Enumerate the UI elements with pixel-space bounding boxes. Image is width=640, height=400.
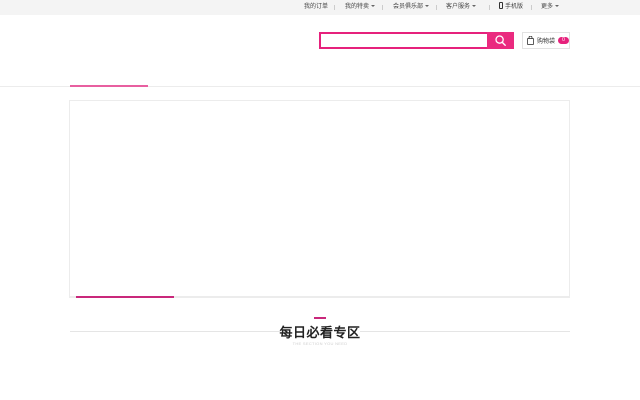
shopping-bag-icon (527, 36, 534, 45)
shopping-bag-button[interactable]: 购物袋 0 (522, 32, 570, 49)
cart-count-badge: 0 (558, 37, 569, 44)
my-orders-label: 我的订单 (304, 4, 329, 10)
chevron-down-icon (425, 5, 430, 8)
my-sale-label: 我的特卖 (345, 4, 370, 10)
separator (382, 5, 383, 10)
chevron-down-icon (472, 5, 477, 8)
customer-service-label: 客户服务 (446, 4, 471, 10)
more-label: 更多 (541, 4, 554, 10)
search-box (319, 32, 487, 52)
chevron-down-icon (371, 5, 376, 8)
chevron-down-icon (555, 5, 560, 8)
section-subtitle: THE SECTION YOU NEED (292, 341, 348, 346)
my-orders-link[interactable]: 我的订单 (304, 0, 328, 15)
mobile-version-link[interactable]: 手机版 (499, 0, 523, 15)
banner-progress-indicator (76, 296, 174, 298)
more-menu[interactable]: 更多 (541, 0, 560, 15)
section-accent-bar (314, 317, 326, 319)
member-club-menu[interactable]: 会员俱乐部 (393, 0, 430, 15)
search-input[interactable] (321, 39, 487, 52)
nav-active-indicator (70, 85, 148, 87)
shopping-bag-label: 购物袋 (537, 39, 556, 45)
member-club-label: 会员俱乐部 (393, 4, 424, 10)
my-sale-menu[interactable]: 我的特卖 (345, 0, 376, 15)
section-divider-left (70, 331, 280, 332)
search-button[interactable] (487, 32, 514, 49)
banner-carousel[interactable] (69, 100, 570, 297)
phone-icon (499, 1, 503, 9)
separator (489, 5, 490, 10)
separator (436, 5, 437, 10)
search-icon (495, 35, 506, 46)
mobile-version-label: 手机版 (505, 4, 524, 10)
section-title: 每日必看专区 (279, 325, 361, 340)
customer-service-menu[interactable]: 客户服务 (446, 0, 477, 15)
separator (334, 5, 335, 10)
separator (531, 5, 532, 10)
section-divider-right (360, 331, 570, 332)
